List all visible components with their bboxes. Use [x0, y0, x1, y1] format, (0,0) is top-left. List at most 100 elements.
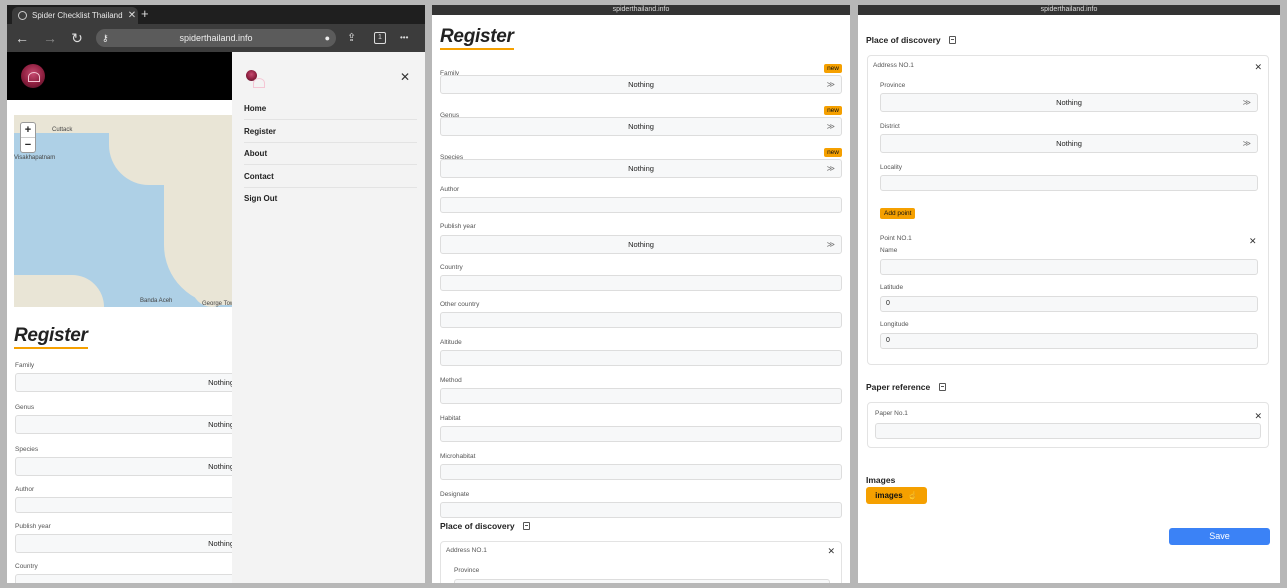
add-document-icon[interactable] [949, 36, 957, 44]
province-label: Province [454, 567, 480, 574]
longitude-input[interactable]: 0 [880, 333, 1258, 349]
back-arrow-icon[interactable]: ← [13, 29, 31, 47]
close-icon[interactable]: ✕ [827, 546, 835, 557]
province-select[interactable] [454, 579, 830, 583]
genus-select[interactable]: Nothing [15, 415, 265, 434]
drawer-close-icon[interactable]: ✕ [400, 71, 410, 83]
drawer-logo[interactable] [246, 70, 265, 88]
chevron-down-icon: ≫ [826, 164, 835, 173]
paper-card: Paper No.1 ✕ [867, 402, 1269, 448]
select-value: Nothing [628, 122, 654, 131]
tab-count-icon[interactable]: 1 [374, 32, 386, 44]
author-input[interactable] [15, 497, 265, 513]
place-heading: Place of discovery [440, 521, 531, 531]
district-label: District [880, 123, 900, 130]
close-icon[interactable]: ✕ [1254, 411, 1262, 422]
latitude-label: Latitude [880, 284, 904, 291]
zoom-in-button[interactable]: + [21, 123, 35, 137]
address-label: Address NO.1 [873, 62, 914, 69]
microhabitat-input[interactable] [440, 464, 842, 480]
menu-item-home[interactable]: Home [244, 104, 417, 120]
select-value: Nothing [628, 80, 654, 89]
field-label: Publish year [440, 223, 476, 230]
country-input[interactable] [15, 574, 265, 583]
tab-close-icon[interactable]: ✕ [126, 10, 138, 21]
menu-item-sign-out[interactable]: Sign Out [244, 194, 417, 209]
more-menu-icon[interactable]: ••• [400, 29, 408, 47]
browser-tab-bar: Spider Checklist Thailand ✕ + [7, 5, 425, 24]
chevron-down-icon: ≫ [826, 80, 835, 89]
section-title: Place of discovery [440, 521, 515, 531]
habitat-input[interactable] [440, 426, 842, 442]
spider-logo[interactable] [21, 64, 45, 88]
publish-year-select[interactable]: Nothing [15, 534, 265, 553]
place-heading: Place of discovery [866, 35, 957, 45]
province-label: Province [880, 82, 906, 89]
new-tab-icon[interactable]: + [141, 6, 149, 21]
images-button[interactable]: images ☝ [866, 487, 927, 504]
locality-input[interactable] [880, 175, 1258, 191]
province-select[interactable]: Nothing ≫ [880, 93, 1258, 112]
field-label: Author [15, 486, 35, 493]
url-strip: spiderthailand.info [858, 5, 1280, 15]
menu-item-about[interactable]: About [244, 149, 417, 165]
register-form-panel: spiderthailand.info Register Family new … [432, 5, 850, 583]
add-document-icon[interactable] [938, 383, 946, 391]
add-point-button[interactable]: Add point [880, 208, 916, 219]
district-select[interactable]: Nothing ≫ [880, 134, 1258, 153]
images-button-label: images [875, 491, 903, 500]
paper-input[interactable] [875, 423, 1261, 439]
address-bar[interactable]: ⚷ spiderthailand.info ● [96, 29, 336, 47]
point-name-label: Name [880, 247, 898, 254]
page-title: Register [14, 325, 88, 349]
genus-select[interactable]: Nothing ≫ [440, 117, 842, 136]
altitude-input[interactable] [440, 350, 842, 366]
field-label: Country [15, 563, 38, 570]
browser-tab[interactable]: Spider Checklist Thailand ✕ [12, 7, 138, 24]
close-icon[interactable]: ✕ [1254, 62, 1262, 73]
field-label: Genus [15, 404, 35, 411]
publish-year-select[interactable]: Nothing ≫ [440, 235, 842, 254]
section-title: Paper reference [866, 382, 931, 392]
author-input[interactable] [440, 197, 842, 213]
field-label: Publish year [15, 523, 51, 530]
select-value: Nothing [208, 462, 234, 471]
map-view[interactable]: + − Cuttack Visakhapatnam Banda Aceh Geo… [14, 115, 246, 307]
species-select[interactable]: Nothing [15, 457, 265, 476]
save-button[interactable]: Save [1169, 528, 1270, 545]
close-icon[interactable]: ✕ [1249, 236, 1257, 247]
share-icon[interactable]: ⇪ [347, 29, 356, 47]
select-value: Nothing [628, 240, 654, 249]
method-input[interactable] [440, 388, 842, 404]
place-discovery-panel: spiderthailand.info Place of discovery A… [858, 5, 1280, 583]
register-form: Family new Nothing ≫ Genus new Nothing ≫… [440, 62, 842, 518]
select-value: Nothing [1056, 98, 1082, 107]
select-value: Nothing [208, 420, 234, 429]
zoom-out-button[interactable]: − [21, 137, 35, 152]
field-label: Species [15, 446, 39, 453]
latitude-input[interactable]: 0 [880, 296, 1258, 312]
reload-icon[interactable]: ↻ [68, 29, 86, 47]
family-select[interactable]: Nothing ≫ [440, 75, 842, 94]
menu-item-register[interactable]: Register [244, 127, 417, 143]
menu-item-contact[interactable]: Contact [244, 172, 417, 188]
images-heading: Images [866, 475, 896, 485]
chevron-down-icon: ≫ [1242, 98, 1251, 107]
forward-arrow-icon[interactable]: → [41, 29, 59, 47]
family-select[interactable]: Nothing [15, 373, 265, 392]
point-label: Point NO.1 [880, 235, 912, 242]
address-card: Address NO.1 ✕ Province Nothing ≫ Distri… [867, 55, 1269, 365]
other-country-input[interactable] [440, 312, 842, 328]
chevron-down-icon: ≫ [1242, 139, 1251, 148]
url-text: spiderthailand.info [179, 33, 253, 43]
designate-input[interactable] [440, 502, 842, 518]
field-label: Habitat [440, 415, 461, 422]
field-label: Author [440, 186, 460, 193]
add-document-icon[interactable] [523, 522, 531, 530]
point-name-input[interactable] [880, 259, 1258, 275]
mobile-browser-panel: Spider Checklist Thailand ✕ + ← → ↻ ⚷ sp… [7, 5, 425, 583]
species-select[interactable]: Nothing ≫ [440, 159, 842, 178]
microphone-icon[interactable]: ● [325, 29, 330, 47]
address-label: Address NO.1 [446, 547, 487, 554]
country-input[interactable] [440, 275, 842, 291]
